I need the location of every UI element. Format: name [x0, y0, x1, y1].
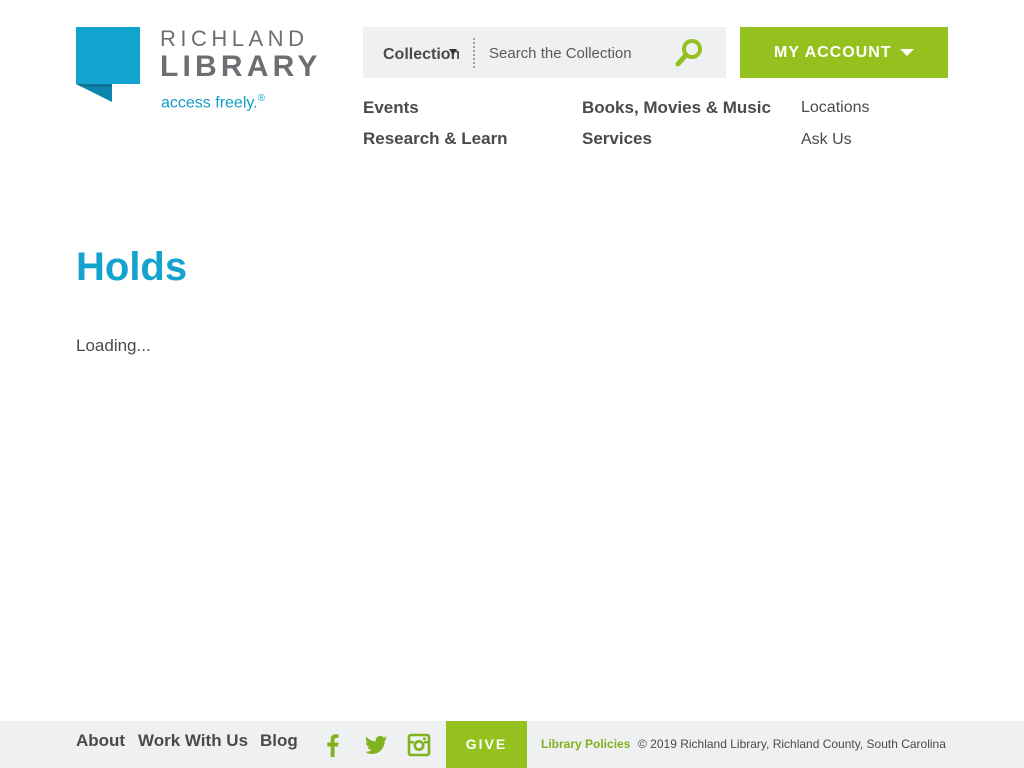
- logo-tagline: access freely.®: [161, 90, 265, 112]
- twitter-icon[interactable]: [364, 733, 388, 757]
- logo-name-line2: LIBRARY: [160, 50, 322, 83]
- loading-status: Loading...: [76, 336, 151, 355]
- my-account-button[interactable]: MY ACCOUNT: [740, 27, 948, 78]
- footer: About Work With Us Blog GIVE Library Pol…: [0, 721, 1024, 768]
- tagline-text: access freely.: [161, 94, 258, 112]
- my-account-label: MY ACCOUNT: [774, 44, 892, 61]
- footer-work-with-us-link[interactable]: Work With Us: [138, 731, 248, 751]
- registered-mark: ®: [257, 93, 265, 104]
- library-policies-link[interactable]: Library Policies: [541, 737, 630, 751]
- instagram-icon[interactable]: [407, 733, 431, 757]
- logo-mark-icon: [76, 27, 140, 102]
- page: RICHLAND LIBRARY access freely.® Collect…: [0, 0, 1024, 768]
- nav-research-learn[interactable]: Research & Learn: [363, 129, 508, 149]
- copyright-text: © 2019 Richland Library, Richland County…: [638, 737, 946, 751]
- facebook-icon[interactable]: [321, 733, 345, 757]
- nav-ask-us[interactable]: Ask Us: [801, 131, 852, 149]
- search-bar: Collection: [363, 27, 726, 78]
- page-title: Holds: [76, 245, 188, 289]
- nav-books-movies-music[interactable]: Books, Movies & Music: [582, 98, 771, 118]
- search-divider: [473, 38, 475, 68]
- chevron-down-icon[interactable]: [449, 49, 457, 55]
- give-button[interactable]: GIVE: [446, 721, 527, 768]
- nav-services[interactable]: Services: [582, 129, 652, 149]
- search-scope-select[interactable]: Collection: [383, 27, 459, 78]
- footer-blog-link[interactable]: Blog: [260, 731, 298, 751]
- nav-events[interactable]: Events: [363, 98, 419, 118]
- logo-name-line1: RICHLAND: [160, 26, 309, 51]
- search-input[interactable]: [487, 39, 661, 67]
- search-icon[interactable]: [673, 37, 705, 69]
- nav-locations[interactable]: Locations: [801, 99, 870, 117]
- caret-down-icon: [900, 49, 914, 56]
- footer-about-link[interactable]: About: [76, 731, 125, 751]
- library-logo[interactable]: RICHLAND LIBRARY access freely.®: [76, 27, 326, 117]
